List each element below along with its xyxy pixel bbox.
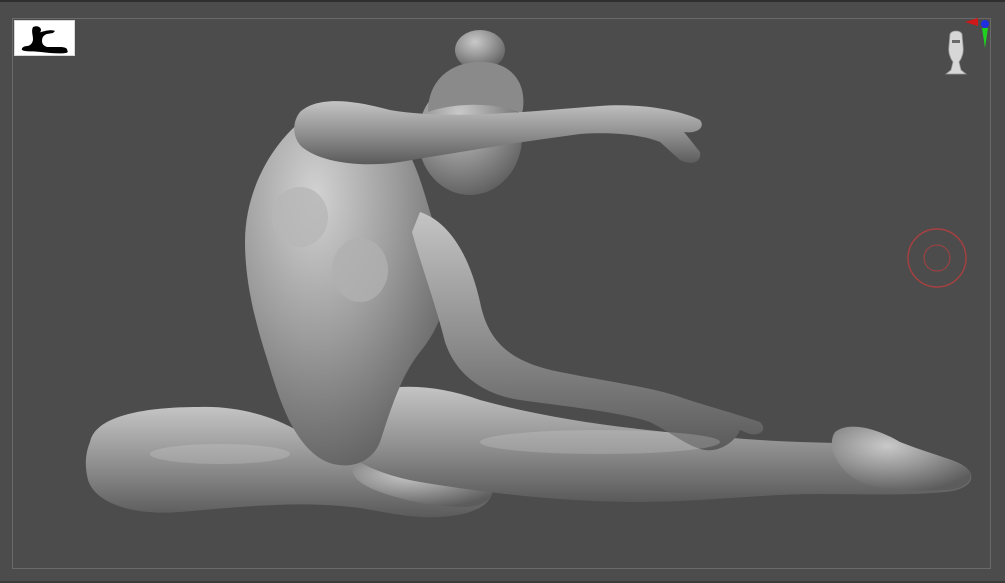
model-leg-highlight (150, 444, 290, 464)
dancer-silhouette-icon (21, 26, 68, 54)
brush-cursor-icon (907, 228, 967, 288)
brush-cursor (906, 227, 968, 289)
model-chest-right (332, 238, 388, 302)
sculpted-model[interactable] (0, 2, 1005, 583)
z-axis-icon (981, 20, 989, 28)
model-chest-left (272, 187, 328, 247)
model-thigh-highlight (480, 430, 720, 454)
sculpt-viewport[interactable] (0, 0, 1005, 581)
orientation-gizmo[interactable] (938, 16, 994, 84)
head-orientation-gizmo-icon (944, 18, 989, 75)
thumbnail-preview[interactable] (14, 20, 75, 56)
y-axis-icon (982, 28, 988, 48)
x-axis-icon (965, 18, 978, 26)
